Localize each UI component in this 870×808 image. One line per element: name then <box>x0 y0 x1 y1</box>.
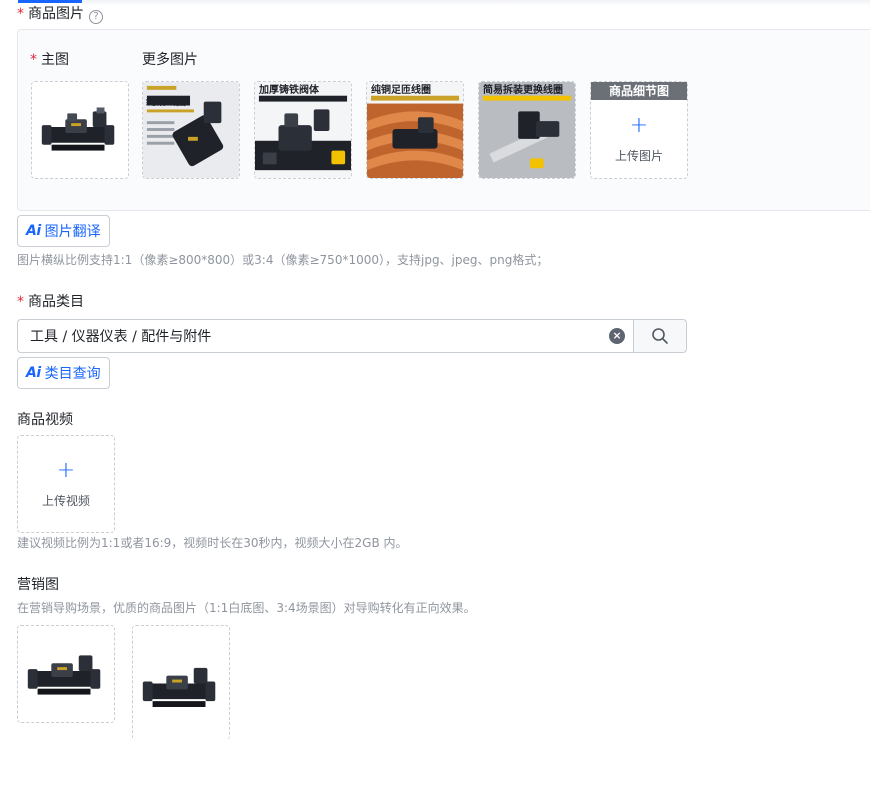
search-icon <box>652 328 668 344</box>
video-label: 商品视频 <box>17 412 73 428</box>
detail-image-title: 商品细节图 <box>591 82 687 100</box>
solenoid-valve-image <box>32 82 128 178</box>
main-image-label: * 主图 <box>30 50 69 70</box>
video-hint: 建议视频比例为1:1或者16:9，视频时长在30秒内，视频大小在2GB 内。 <box>17 536 408 550</box>
more-image-thumbnail-2[interactable]: 加厚铸铁阀体 <box>254 81 352 179</box>
category-value: 工具 / 仪器仪表 / 配件与附件 <box>30 329 212 345</box>
upload-video-label: 上传视频 <box>41 493 90 508</box>
marketing-hint: 在营销导购场景，优质的商品图片（1:1白底图、3:4场景图）对导购转化有正向效果… <box>17 601 476 615</box>
main-image-thumbnail[interactable] <box>31 81 129 179</box>
category-title: 商品类目 <box>28 294 84 310</box>
category-search-button[interactable] <box>633 319 687 353</box>
ai-category-query-label: 类目查询 <box>44 366 101 382</box>
more-image-thumbnail-4[interactable]: 简易拆装更换线圈 <box>478 81 576 179</box>
active-tab-indicator <box>18 0 82 3</box>
solenoid-valve-image <box>18 626 114 722</box>
solenoid-valve-image <box>133 626 229 740</box>
marketing-image-white-bg[interactable] <box>17 625 115 723</box>
more-image-thumbnail-3[interactable]: 纯铜足匝线圈 <box>366 81 464 179</box>
image-caption: 纯铜线圈 <box>146 97 186 108</box>
video-upload[interactable]: + 上传视频 <box>17 435 115 533</box>
ai-image-translate-button[interactable]: Ai 图片翻译 <box>17 215 110 247</box>
ai-category-query-button[interactable]: Ai 类目查询 <box>17 357 110 389</box>
required-mark: * <box>17 6 24 22</box>
upload-image-label: 上传图片 <box>614 148 663 163</box>
product-images-panel: * 主图 更多图片 加厚铸铁阀体 纯铜足匝线圈 简易拆装更换线圈 商品细节图 +… <box>17 29 870 211</box>
marketing-image-scene[interactable] <box>132 625 230 740</box>
image-caption: 简易拆装更换线圈 <box>483 85 563 96</box>
tab-bar-divider <box>82 0 870 6</box>
marketing-label: 营销图 <box>17 577 59 593</box>
category-label: * 商品类目 <box>17 292 84 312</box>
product-images-label: * 商品图片? <box>17 4 103 24</box>
main-image-label-text: 主图 <box>41 52 69 68</box>
plus-icon: + <box>56 457 76 483</box>
clear-icon[interactable]: × <box>609 328 625 344</box>
more-images-label: 更多图片 <box>142 52 198 68</box>
ai-icon: Ai <box>26 365 41 381</box>
image-caption: 纯铜足匝线圈 <box>371 85 431 96</box>
image-caption: 加厚铸铁阀体 <box>259 85 319 96</box>
help-icon[interactable]: ? <box>89 10 103 24</box>
plus-icon: + <box>629 112 649 138</box>
required-mark: * <box>17 294 24 310</box>
image-format-hint: 图片横纵比例支持1:1（像素≥800*800）或3:4（像素≥750*1000）… <box>17 253 549 267</box>
detail-image-upload[interactable]: 商品细节图 + 上传图片 <box>590 81 688 179</box>
product-images-title: 商品图片 <box>28 6 84 22</box>
category-select[interactable]: 工具 / 仪器仪表 / 配件与附件 × <box>17 319 634 353</box>
required-mark: * <box>30 52 37 68</box>
ai-icon: Ai <box>26 223 41 239</box>
ai-image-translate-label: 图片翻译 <box>44 224 101 240</box>
